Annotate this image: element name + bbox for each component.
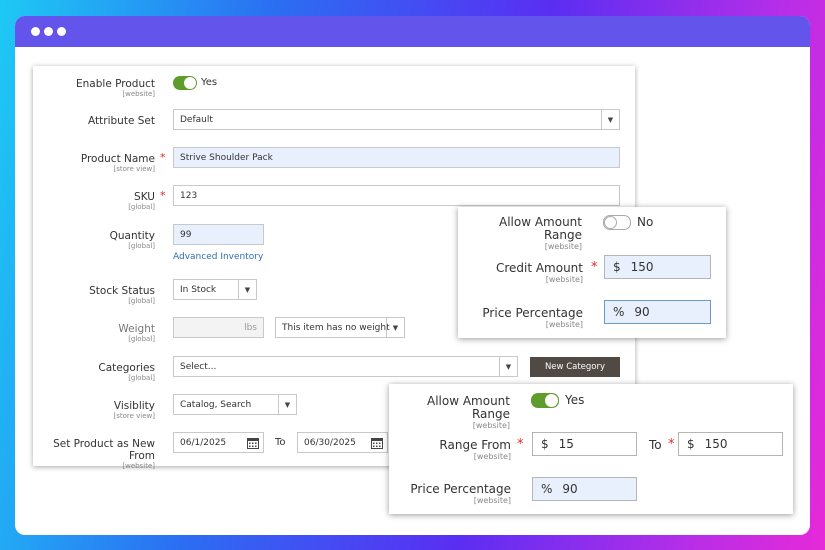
amount-range-on-card: Allow Amount Range [website] Yes Range F…: [389, 384, 793, 514]
enable-product-toggle[interactable]: [173, 76, 197, 90]
range-from-input[interactable]: $ 15: [532, 432, 637, 456]
required-asterisk: *: [668, 437, 675, 452]
categories-select[interactable]: Select... ▼: [173, 356, 518, 377]
quantity-input[interactable]: 99: [173, 224, 264, 245]
window-dot-icon[interactable]: [57, 27, 66, 36]
calendar-icon[interactable]: [247, 437, 259, 449]
weight-label: Weight [global]: [118, 323, 155, 343]
chevron-down-icon: ▼: [499, 357, 517, 376]
enable-product-value: Yes: [201, 77, 218, 88]
weight-option-select[interactable]: This item has no weight ▼: [275, 317, 405, 338]
new-from-date-input[interactable]: 06/1/2025: [173, 432, 264, 453]
stock-status-label: Stock Status [global]: [89, 285, 155, 305]
new-to-label: To: [275, 437, 286, 448]
required-asterisk: *: [160, 151, 166, 164]
chevron-down-icon: ▼: [386, 318, 404, 337]
attribute-set-select[interactable]: Default ▼: [173, 109, 620, 130]
chevron-down-icon: ▼: [278, 395, 296, 414]
new-from-label: Set Product as New From [website]: [53, 438, 155, 470]
price-percentage-input[interactable]: % 90: [532, 477, 637, 501]
browser-title-bar: [15, 16, 810, 47]
allow-amount-range-value: No: [637, 215, 654, 229]
sku-label: SKU [global]: [128, 191, 155, 211]
credit-amount-input[interactable]: $ 150: [604, 255, 711, 279]
visibility-select[interactable]: Catalog, Search ▼: [173, 394, 297, 415]
required-asterisk: *: [517, 437, 524, 452]
chevron-down-icon: ▼: [601, 110, 619, 129]
allow-amount-range-label: Allow Amount Range [website]: [498, 215, 582, 252]
allow-amount-range-value: Yes: [565, 393, 585, 407]
stock-status-select[interactable]: In Stock ▼: [173, 279, 257, 300]
chevron-down-icon: ▼: [238, 280, 256, 299]
allow-amount-range-toggle[interactable]: [531, 393, 559, 408]
enable-product-label: Enable Product [website]: [76, 78, 155, 98]
calendar-icon[interactable]: [371, 437, 383, 449]
attribute-set-label: Attribute Set: [88, 115, 155, 127]
range-to-label: To: [649, 438, 662, 452]
credit-amount-label: Credit Amount [website]: [495, 261, 583, 285]
product-name-label: Product Name [store view]: [80, 153, 155, 173]
window-dot-icon[interactable]: [31, 27, 40, 36]
required-asterisk: *: [591, 260, 598, 275]
amount-range-off-card: Allow Amount Range [website] No Credit A…: [458, 207, 726, 338]
attribute-set-value: Default: [180, 114, 213, 125]
allow-amount-range-toggle[interactable]: [603, 215, 631, 230]
price-percentage-input[interactable]: % 90: [604, 300, 711, 324]
sku-input[interactable]: 123: [173, 185, 620, 206]
range-to-input[interactable]: $ 150: [678, 432, 783, 456]
price-percentage-label: Price Percentage [website]: [482, 306, 583, 330]
advanced-inventory-link[interactable]: Advanced Inventory: [173, 252, 263, 262]
price-percentage-label: Price Percentage [website]: [410, 482, 511, 506]
visibility-label: Visiblity [store view]: [113, 400, 155, 420]
range-from-label: Range From [website]: [439, 438, 511, 462]
new-category-button[interactable]: New Category: [530, 357, 620, 377]
categories-label: Categories [global]: [98, 362, 155, 382]
weight-input[interactable]: lbs: [173, 317, 264, 338]
window-dot-icon[interactable]: [44, 27, 53, 36]
allow-amount-range-label: Allow Amount Range [website]: [426, 394, 510, 431]
product-name-input[interactable]: Strive Shoulder Pack: [173, 147, 620, 168]
new-to-date-input[interactable]: 06/30/2025: [297, 432, 388, 453]
quantity-label: Quantity [global]: [109, 230, 155, 250]
required-asterisk: *: [160, 189, 166, 202]
